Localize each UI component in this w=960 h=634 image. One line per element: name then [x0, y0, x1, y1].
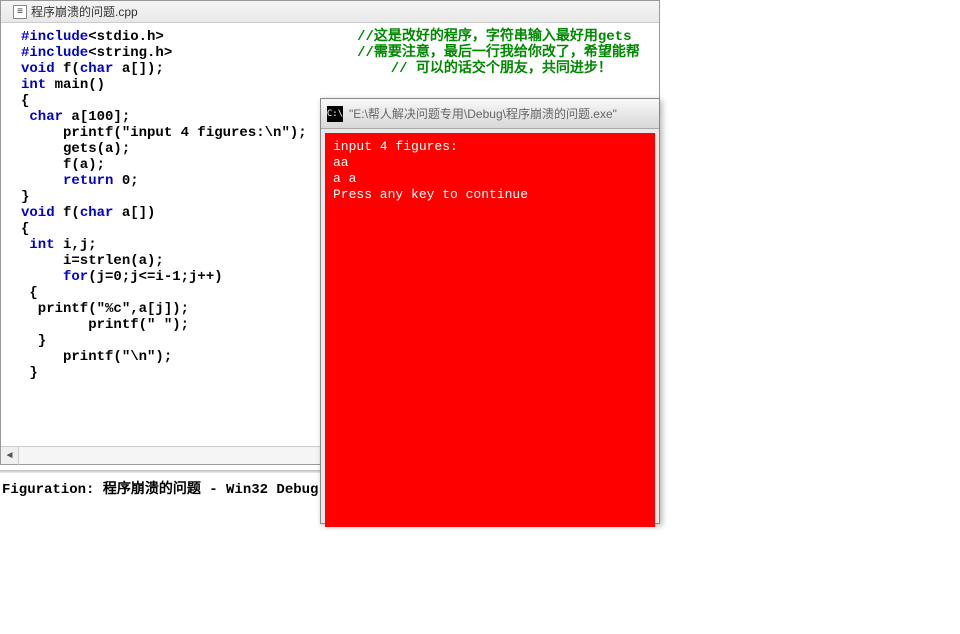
- tab-filename: 程序崩溃的问题.cpp: [31, 3, 138, 20]
- file-icon: ≡: [13, 5, 27, 19]
- console-window: C:\ "E:\帮人解决问题专用\Debug\程序崩溃的问题.exe" inpu…: [320, 98, 660, 524]
- console-icon: C:\: [327, 106, 343, 122]
- tab-bar: ≡ 程序崩溃的问题.cpp: [1, 1, 659, 23]
- scroll-left-icon[interactable]: ◄: [1, 447, 19, 465]
- console-titlebar[interactable]: C:\ "E:\帮人解决问题专用\Debug\程序崩溃的问题.exe": [321, 99, 659, 129]
- console-title: "E:\帮人解决问题专用\Debug\程序崩溃的问题.exe": [349, 105, 653, 122]
- configuration-text: Figuration: 程序崩溃的问题 - Win32 Debug: [2, 482, 318, 498]
- console-output[interactable]: input 4 figures: aa a a Press any key to…: [325, 133, 655, 527]
- file-tab[interactable]: ≡ 程序崩溃的问题.cpp: [5, 1, 146, 22]
